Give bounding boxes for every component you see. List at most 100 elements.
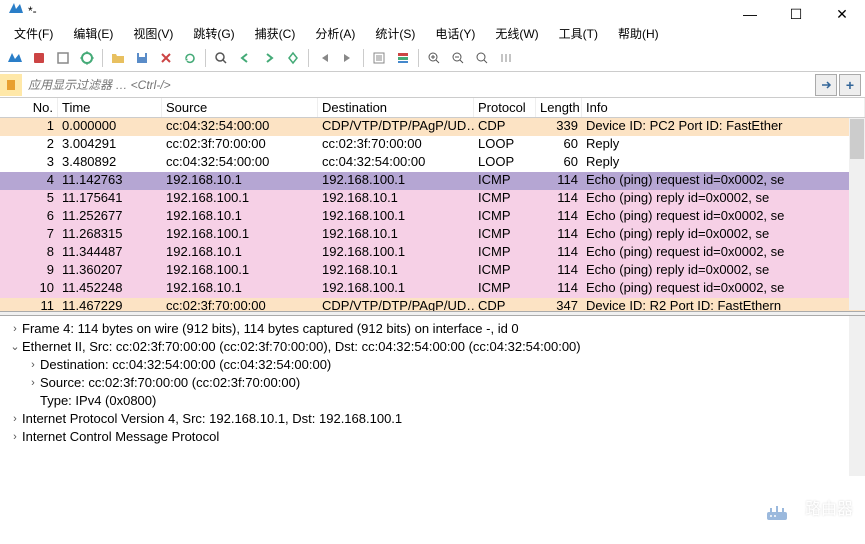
cell-info: Echo (ping) request id=0x0002, se (582, 280, 865, 298)
restart-capture-icon[interactable] (52, 47, 74, 69)
menu-go[interactable]: 跳转(G) (183, 23, 244, 44)
detail-eth-type[interactable]: Type: IPv4 (0x0800) (8, 392, 857, 410)
colorize-icon[interactable] (392, 47, 414, 69)
packet-row[interactable]: 711.268315192.168.100.1192.168.10.1ICMP1… (0, 226, 865, 244)
detail-ipv4[interactable]: ›Internet Protocol Version 4, Src: 192.1… (8, 410, 857, 428)
expand-icon[interactable]: › (8, 410, 22, 428)
router-icon (757, 492, 797, 532)
menu-wireless[interactable]: 无线(W) (485, 23, 548, 44)
reload-icon[interactable] (179, 47, 201, 69)
zoom-reset-icon[interactable] (471, 47, 493, 69)
cell-time: 11.268315 (58, 226, 162, 244)
cell-src: 192.168.100.1 (162, 226, 318, 244)
packet-row[interactable]: 23.004291cc:02:3f:70:00:00cc:02:3f:70:00… (0, 136, 865, 154)
menu-file[interactable]: 文件(F) (4, 23, 63, 44)
cell-dst: CDP/VTP/DTP/PAgP/UD… (318, 298, 474, 311)
bookmark-filter-icon[interactable] (0, 74, 22, 96)
menu-help[interactable]: 帮助(H) (608, 23, 669, 44)
watermark-sub: luyouqi.com (805, 519, 853, 529)
cell-proto: ICMP (474, 172, 536, 190)
packet-row[interactable]: 1011.452248192.168.10.1192.168.100.1ICMP… (0, 280, 865, 298)
packet-row[interactable]: 611.252677192.168.10.1192.168.100.1ICMP1… (0, 208, 865, 226)
menu-statistics[interactable]: 统计(S) (365, 23, 425, 44)
cell-len: 60 (536, 154, 582, 172)
scrollbar-thumb[interactable] (850, 119, 864, 159)
cell-info: Echo (ping) request id=0x0002, se (582, 172, 865, 190)
cell-src: cc:04:32:54:00:00 (162, 118, 318, 136)
zoom-out-icon[interactable] (447, 47, 469, 69)
cell-dst: 192.168.10.1 (318, 262, 474, 280)
cell-dst: cc:04:32:54:00:00 (318, 154, 474, 172)
filter-add-button[interactable]: + (839, 74, 861, 96)
start-capture-icon[interactable] (4, 47, 26, 69)
collapse-icon[interactable]: ⌄ (8, 338, 22, 356)
go-first-icon[interactable] (313, 47, 335, 69)
go-forward-icon[interactable] (258, 47, 280, 69)
cell-time: 0.000000 (58, 118, 162, 136)
packet-details-pane: ›Frame 4: 114 bytes on wire (912 bits), … (0, 316, 865, 476)
filter-apply-button[interactable] (815, 74, 837, 96)
cell-info: Echo (ping) reply id=0x0002, se (582, 226, 865, 244)
detail-frame[interactable]: ›Frame 4: 114 bytes on wire (912 bits), … (8, 320, 857, 338)
menu-edit[interactable]: 编辑(E) (63, 23, 123, 44)
toolbar (0, 44, 865, 72)
expand-icon[interactable]: › (8, 320, 22, 338)
cell-time: 11.252677 (58, 208, 162, 226)
expand-icon[interactable]: › (8, 428, 22, 446)
expand-icon[interactable]: › (26, 356, 40, 374)
cell-dst: 192.168.10.1 (318, 190, 474, 208)
vertical-scrollbar[interactable] (849, 118, 865, 310)
expand-icon[interactable]: › (26, 374, 40, 392)
detail-eth-dst[interactable]: ›Destination: cc:04:32:54:00:00 (cc:04:3… (8, 356, 857, 374)
packet-list-header[interactable]: No. Time Source Destination Protocol Len… (0, 98, 865, 118)
save-file-icon[interactable] (131, 47, 153, 69)
go-back-icon[interactable] (234, 47, 256, 69)
auto-scroll-icon[interactable] (368, 47, 390, 69)
column-time[interactable]: Time (58, 98, 162, 117)
detail-eth-src[interactable]: ›Source: cc:02:3f:70:00:00 (cc:02:3f:70:… (8, 374, 857, 392)
detail-icmp[interactable]: ›Internet Control Message Protocol (8, 428, 857, 446)
close-file-icon[interactable] (155, 47, 177, 69)
go-to-packet-icon[interactable] (282, 47, 304, 69)
column-length[interactable]: Length (536, 98, 582, 117)
display-filter-input[interactable] (24, 74, 815, 96)
packet-list-rows: 10.000000cc:04:32:54:00:00CDP/VTP/DTP/PA… (0, 118, 865, 311)
zoom-in-icon[interactable] (423, 47, 445, 69)
packet-row[interactable]: 411.142763192.168.10.1192.168.100.1ICMP1… (0, 172, 865, 190)
go-last-icon[interactable] (337, 47, 359, 69)
packet-row[interactable]: 33.480892cc:04:32:54:00:00cc:04:32:54:00… (0, 154, 865, 172)
capture-options-icon[interactable] (76, 47, 98, 69)
packet-row[interactable]: 10.000000cc:04:32:54:00:00CDP/VTP/DTP/PA… (0, 118, 865, 136)
packet-row[interactable]: 911.360207192.168.100.1192.168.10.1ICMP1… (0, 262, 865, 280)
column-destination[interactable]: Destination (318, 98, 474, 117)
cell-info: Echo (ping) request id=0x0002, se (582, 208, 865, 226)
close-button[interactable]: ✕ (819, 0, 865, 28)
column-info[interactable]: Info (582, 98, 865, 117)
menu-telephony[interactable]: 电话(Y) (425, 23, 485, 44)
column-no[interactable]: No. (0, 98, 58, 117)
packet-row[interactable]: 811.344487192.168.10.1192.168.100.1ICMP1… (0, 244, 865, 262)
cell-dst: CDP/VTP/DTP/PAgP/UD… (318, 118, 474, 136)
column-protocol[interactable]: Protocol (474, 98, 536, 117)
detail-ethernet[interactable]: ⌄Ethernet II, Src: cc:02:3f:70:00:00 (cc… (8, 338, 857, 356)
maximize-button[interactable]: ☐ (773, 0, 819, 28)
menu-capture[interactable]: 捕获(C) (245, 23, 306, 44)
column-source[interactable]: Source (162, 98, 318, 117)
vertical-scrollbar[interactable] (849, 316, 865, 476)
resize-columns-icon[interactable] (495, 47, 517, 69)
cell-info: Device ID: R2 Port ID: FastEthern (582, 298, 865, 311)
packet-row[interactable]: 1111.467229cc:02:3f:70:00:00CDP/VTP/DTP/… (0, 298, 865, 311)
cell-no: 10 (0, 280, 58, 298)
cell-len: 347 (536, 298, 582, 311)
menu-view[interactable]: 视图(V) (123, 23, 183, 44)
menu-analyze[interactable]: 分析(A) (305, 23, 365, 44)
cell-src: 192.168.10.1 (162, 172, 318, 190)
menu-tools[interactable]: 工具(T) (549, 23, 608, 44)
minimize-button[interactable]: — (727, 0, 773, 28)
cell-proto: CDP (474, 298, 536, 311)
stop-capture-icon[interactable] (28, 47, 50, 69)
packet-row[interactable]: 511.175641192.168.100.1192.168.10.1ICMP1… (0, 190, 865, 208)
open-file-icon[interactable] (107, 47, 129, 69)
cell-len: 339 (536, 118, 582, 136)
find-packet-icon[interactable] (210, 47, 232, 69)
